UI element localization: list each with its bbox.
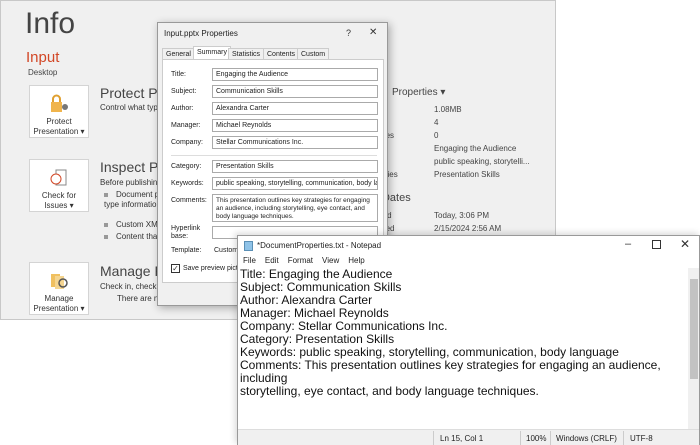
inspect-document-icon — [50, 169, 67, 186]
document-location: Desktop — [28, 68, 58, 77]
author-label: Author: — [171, 105, 194, 112]
save-preview-checkbox[interactable]: ✓ — [171, 264, 180, 273]
document-name: Input — [26, 49, 60, 66]
title-input[interactable]: Engaging the Audience — [212, 68, 378, 81]
keywords-label: Keywords: — [171, 180, 204, 187]
subject-label: Subject: — [171, 88, 197, 95]
subject-input[interactable]: Communication Skills — [212, 85, 378, 98]
manage-label: Manage Presentation — [33, 294, 79, 313]
comments-textarea[interactable]: This presentation outlines key strategie… — [212, 194, 378, 222]
notepad-window: *DocumentProperties.txt - Notepad – ✕ Fi… — [237, 235, 700, 445]
date-value: Today, 3:06 PM — [434, 211, 489, 220]
prop-value: 4 — [434, 118, 439, 127]
manager-input[interactable]: Michael Reynolds — [212, 119, 378, 132]
keywords-input[interactable]: public speaking, storytelling, communica… — [212, 177, 378, 190]
prop-value[interactable]: public speaking, storytelli... — [434, 157, 530, 166]
check-issues-label: Check for Issues — [41, 191, 77, 210]
manage-presentation-button[interactable]: Manage Presentation ▾ — [29, 262, 89, 315]
properties-header[interactable]: Properties ▾ — [392, 87, 445, 98]
close-button[interactable]: ✕ — [369, 27, 377, 38]
menu-edit[interactable]: Edit — [265, 256, 279, 265]
lock-icon — [51, 94, 68, 112]
notepad-icon — [244, 241, 253, 251]
date-value: 2/15/2024 2:56 AM — [434, 224, 502, 233]
category-label: Category: — [171, 163, 202, 170]
help-button[interactable]: ? — [346, 28, 351, 38]
divider — [171, 155, 377, 156]
scrollbar-thumb[interactable] — [690, 279, 698, 379]
text-editor[interactable]: Title: Engaging the Audience Subject: Co… — [240, 268, 685, 398]
prop-value[interactable]: Engaging the Audience — [434, 144, 516, 153]
minimize-button[interactable]: – — [625, 238, 631, 250]
close-button[interactable]: ✕ — [680, 237, 690, 251]
tab-summary[interactable]: Summary — [193, 46, 231, 60]
menu-help[interactable]: Help — [348, 256, 364, 265]
line-ending: Windows (CRLF) — [556, 434, 617, 443]
encoding: UTF-8 — [630, 434, 653, 443]
prop-value: 0 — [434, 131, 439, 140]
template-label: Template: — [171, 247, 202, 254]
template-value: Custom — [214, 247, 239, 254]
hyperlink-label: Hyperlink base: — [171, 225, 201, 240]
category-input[interactable]: Presentation Skills — [212, 160, 378, 173]
zoom-level: 100% — [526, 434, 547, 443]
protect-presentation-button[interactable]: Protect Presentation ▾ — [29, 85, 89, 138]
company-label: Company: — [171, 139, 203, 146]
check-for-issues-button[interactable]: Check for Issues ▾ — [29, 159, 89, 212]
menu-view[interactable]: View — [322, 256, 339, 265]
menu-file[interactable]: File — [243, 256, 256, 265]
comments-label: Comments: — [171, 197, 207, 204]
menu-bar: File Edit Format View Help — [243, 256, 374, 265]
cursor-position: Ln 15, Col 1 — [440, 434, 484, 443]
window-title: *DocumentProperties.txt - Notepad — [257, 241, 382, 250]
menu-format[interactable]: Format — [288, 256, 313, 265]
author-input[interactable]: Alexandra Carter — [212, 102, 378, 115]
protect-label: Protect Presentation — [33, 117, 79, 136]
page-title: Info — [25, 7, 76, 40]
manage-documents-icon — [51, 274, 68, 289]
vertical-scrollbar[interactable] — [688, 268, 699, 429]
title-label: Title: — [171, 71, 186, 78]
prop-value[interactable]: Presentation Skills — [434, 170, 500, 179]
status-bar: Ln 15, Col 1 100% Windows (CRLF) UTF-8 — [238, 429, 699, 445]
dialog-title: Input.pptx Properties — [164, 29, 238, 38]
manager-label: Manager: — [171, 122, 201, 129]
company-input[interactable]: Stellar Communications Inc. — [212, 136, 378, 149]
prop-value: 1.08MB — [434, 105, 462, 114]
maximize-button[interactable] — [652, 240, 661, 249]
